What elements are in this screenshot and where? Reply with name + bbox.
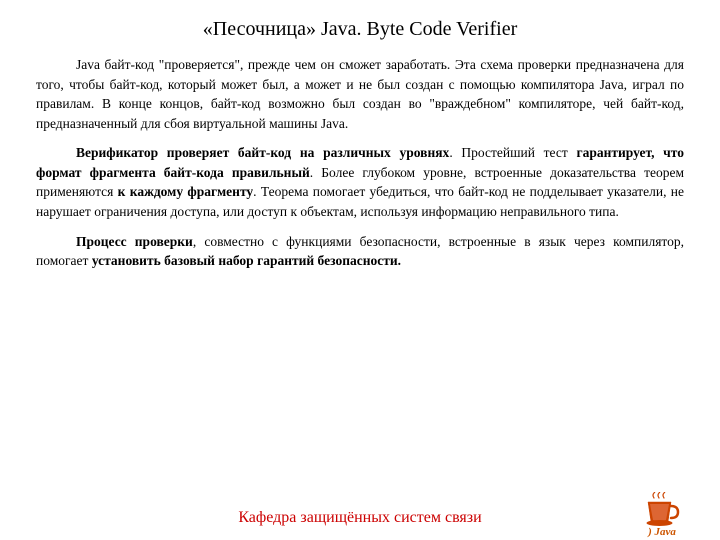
paragraph-2: Верификатор проверяет байт-код на различ… [36,143,684,221]
page: «Песочница» Java. Byte Code Verifier Jav… [0,0,720,540]
bold-text-2c: к каждому фрагменту [118,184,254,199]
java-cup-icon [640,492,684,528]
bold-text-3b: установить базовый набор гарантий безопа… [92,253,401,268]
content-area: Java байт-код "проверяется", прежде чем … [36,55,684,492]
indent-3 [36,232,76,252]
paragraph-3: Процесс проверки, совместно с функциями … [36,232,684,271]
footer: Кафедра защищённых систем связи ) Java [36,496,684,540]
paragraph-1: Java байт-код "проверяется", прежде чем … [36,55,684,133]
indent-2 [36,143,76,163]
bold-text-2a: Верификатор проверяет байт-код на различ… [76,145,449,160]
bold-text-3a: Процесс проверки [76,234,193,249]
footer-text: Кафедра защищённых систем связи [238,509,481,527]
java-logo: ) Java [640,492,684,538]
indent-1 [36,55,76,75]
page-title: «Песочница» Java. Byte Code Verifier [36,18,684,41]
java-label-text: ) Java [648,526,676,538]
